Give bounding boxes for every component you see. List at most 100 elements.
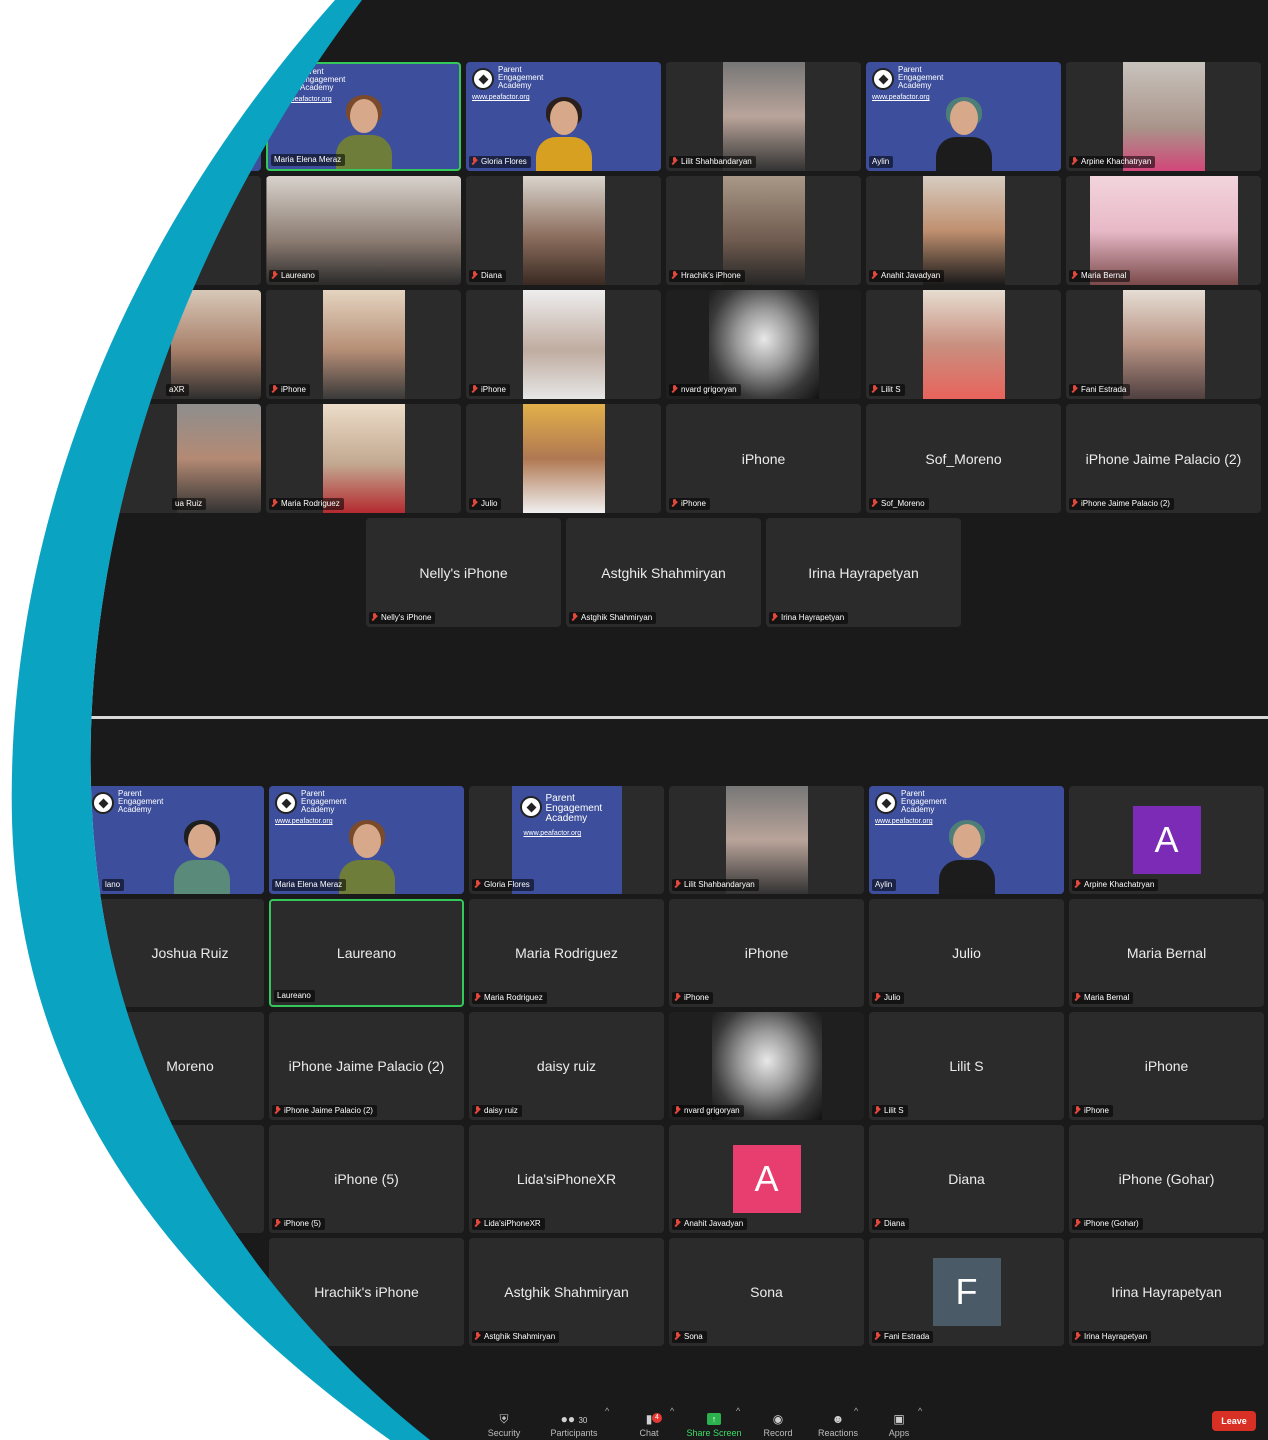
leave-button[interactable]: Leave — [1212, 1411, 1256, 1431]
chevron-up-icon[interactable]: ^ — [605, 1406, 609, 1416]
participant-label: Maria Bernal — [1069, 270, 1131, 282]
name-tile[interactable]: iPhone (5) iPhone (5) — [269, 1125, 464, 1233]
muted-mic-icon — [875, 1219, 880, 1227]
muted-mic-icon — [272, 499, 277, 507]
participant-name: Sona — [750, 1284, 783, 1300]
video-tile[interactable]: Diana — [466, 176, 661, 285]
name-tile[interactable]: daisy ruiz daisy ruiz — [469, 1012, 664, 1120]
name-tile[interactable]: Sona Sona — [669, 1238, 864, 1346]
name-tile[interactable]: Astghik Shahmiryan Astghik Shahmiryan — [469, 1238, 664, 1346]
video-tile[interactable]: Parent Engagement Academy www.peafactor.org… — [866, 62, 1061, 171]
meeting-gallery-bottom: Parent Engagement Academy lano Parent Engag… — [86, 719, 1268, 1440]
name-tile[interactable]: Joshua Ruiz — [86, 899, 264, 1007]
video-tile[interactable]: nvard grigoryan — [666, 290, 861, 399]
video-tile[interactable] — [86, 62, 261, 171]
apps-button[interactable]: ▣ Apps — [864, 1413, 934, 1438]
participant-name: iPhone — [744, 945, 789, 961]
name-tile[interactable]: iPhone iPhone — [666, 404, 861, 513]
video-tile[interactable]: iPhone — [266, 290, 461, 399]
video-tile[interactable]: Hrachik's iPhone — [666, 176, 861, 285]
name-tile[interactable]: Nelly's iPhone Nelly's iPhone — [366, 518, 561, 627]
participant-video — [522, 176, 605, 285]
name-tile[interactable]: Hrachik's iPhone iPhone — [269, 1238, 464, 1346]
reactions-button[interactable]: ☻ Reactions — [803, 1413, 873, 1438]
muted-mic-icon — [672, 271, 677, 279]
video-tile[interactable]: Laureano — [266, 176, 461, 285]
name-tile[interactable]: Irina Hayrapetyan Irina Hayrapetyan — [1069, 1238, 1264, 1346]
name-tile[interactable]: Sof_Moreno Sof_Moreno — [866, 404, 1061, 513]
video-tile[interactable]: Parent Engagement Academy www.peafactor.org… — [466, 62, 661, 171]
participants-button[interactable]: ●● 30 Participants — [539, 1413, 609, 1438]
name-tile[interactable]: Lilit S Lilit S — [869, 1012, 1064, 1120]
chat-button[interactable]: ▮ 4 Chat — [614, 1413, 684, 1438]
participant-video — [535, 97, 592, 171]
name-tile[interactable]: iPhone iPhone — [669, 899, 864, 1007]
video-tile[interactable]: Maria Bernal — [1066, 176, 1261, 285]
participant-name: Astghik Shahmiryan — [504, 1284, 629, 1300]
chevron-up-icon[interactable]: ^ — [854, 1406, 858, 1416]
chevron-up-icon[interactable]: ^ — [736, 1406, 740, 1416]
video-tile[interactable]: Parent Engagement Academy www.peafactor.org… — [269, 786, 464, 894]
participant-label: Julio — [469, 498, 502, 510]
participant-label: Astghik Shahmiryan — [472, 1331, 560, 1343]
name-tile[interactable]: iPhone (Gohar) iPhone (Gohar) — [1069, 1125, 1264, 1233]
participant-name: Lida'siPhoneXR — [516, 1171, 617, 1187]
video-tile[interactable]: Julio — [466, 404, 661, 513]
apps-icon: ▣ — [893, 1412, 905, 1426]
video-tile[interactable]: nvard grigoryan — [669, 1012, 864, 1120]
participant-label: Fani Estrada — [872, 1331, 934, 1343]
participant-name: Astghik Shahmiryan — [601, 564, 726, 581]
video-tile[interactable]: Lilit Shahbandaryan — [666, 62, 861, 171]
video-tile[interactable]: ua Ruiz — [86, 404, 261, 513]
video-tile[interactable]: Fani Estrada — [1066, 290, 1261, 399]
name-tile[interactable]: Astghik Shahmiryan Astghik Shahmiryan — [566, 518, 761, 627]
participant-name: iPhone Jaime Palacio (2) — [1085, 450, 1242, 467]
participant-label: Laureano — [269, 270, 319, 282]
avatar-tile[interactable]: A Arpine Khachatryan — [1069, 786, 1264, 894]
participant-video — [938, 820, 995, 894]
chevron-up-icon[interactable]: ^ — [670, 1406, 674, 1416]
participant-video — [177, 404, 261, 513]
muted-mic-icon — [572, 613, 577, 621]
name-tile[interactable]: Moreno — [86, 1012, 264, 1120]
video-tile[interactable]: Arpine Khachatryan — [1066, 62, 1261, 171]
participant-video — [722, 62, 805, 171]
video-tile[interactable]: Lilit Shahbandaryan — [669, 786, 864, 894]
name-tile[interactable]: Maria Rodriguez Maria Rodriguez — [469, 899, 664, 1007]
name-tile[interactable]: iPhone iPhone — [1069, 1012, 1264, 1120]
participant-label: daisy ruiz — [472, 1105, 522, 1117]
share-screen-icon: ↑ — [707, 1413, 721, 1425]
video-tile[interactable]: Anahit Javadyan — [866, 176, 1061, 285]
avatar-tile[interactable]: F Fani Estrada — [869, 1238, 1064, 1346]
name-tile[interactable]: Diana Diana — [869, 1125, 1064, 1233]
video-tile[interactable]: iPhone — [466, 290, 661, 399]
name-tile[interactable]: Lida'siPhoneXR Lida'siPhoneXR — [469, 1125, 664, 1233]
name-tile[interactable]: iPhone Jaime Palacio (2) iPhone Jaime Pa… — [1066, 404, 1261, 513]
video-tile[interactable]: aXR — [86, 290, 261, 399]
muted-mic-icon — [372, 613, 377, 621]
muted-mic-icon — [272, 271, 277, 279]
video-tile[interactable]: Maria Rodriguez — [266, 404, 461, 513]
video-tile[interactable]: Parent Engagement Academy lano — [86, 786, 264, 894]
share-screen-button[interactable]: ↑ Share Screen — [679, 1413, 749, 1438]
name-tile[interactable]: Irina Hayrapetyan Irina Hayrapetyan — [766, 518, 961, 627]
chevron-up-icon[interactable]: ^ — [918, 1406, 922, 1416]
muted-mic-icon — [875, 1332, 880, 1340]
muted-mic-icon — [1072, 385, 1077, 393]
name-tile[interactable]: Julio Julio — [869, 899, 1064, 1007]
video-tile[interactable]: Lilit S — [866, 290, 1061, 399]
security-button[interactable]: ⛨ Security — [469, 1413, 539, 1438]
video-tile[interactable]: Parent Engagement Academy www.peafactor.org… — [469, 786, 664, 894]
muted-mic-icon — [475, 880, 480, 888]
name-tile[interactable]: Maria Bernal Maria Bernal — [1069, 899, 1264, 1007]
participant-video — [266, 176, 461, 285]
name-tile[interactable] — [86, 1125, 264, 1233]
video-tile[interactable]: Parent Engagement Academy www.peafactor.org… — [869, 786, 1064, 894]
avatar-tile[interactable]: A Anahit Javadyan — [669, 1125, 864, 1233]
name-tile[interactable]: Laureano Laureano — [269, 899, 464, 1007]
video-tile[interactable]: Parent Engagement Academy www.peafactor.org… — [266, 62, 461, 171]
muted-mic-icon — [675, 1106, 680, 1114]
participant-video: Parent Engagement Academy www.peafactor.org — [511, 786, 622, 894]
name-tile[interactable]: iPhone Jaime Palacio (2) iPhone Jaime Pa… — [269, 1012, 464, 1120]
video-tile[interactable] — [86, 176, 261, 285]
